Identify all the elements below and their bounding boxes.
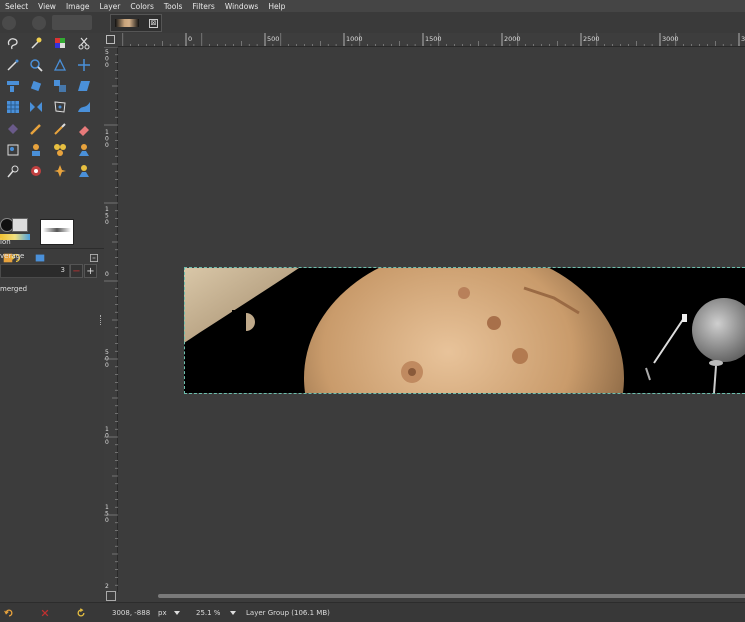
- heal-icon[interactable]: [52, 142, 68, 158]
- image-canvas[interactable]: [184, 268, 745, 393]
- paintbrush-icon[interactable]: [52, 121, 68, 137]
- menu-bar: Select View Image Layer Colors Tools Fil…: [0, 0, 745, 12]
- space-image: [184, 268, 745, 393]
- ruler-label: 2500: [583, 35, 600, 43]
- perspective-clone-icon[interactable]: [76, 142, 92, 158]
- status-bar: 3008, -888 px 25.1 % Layer Group (106.1 …: [0, 602, 745, 622]
- navigate-icon[interactable]: [106, 591, 116, 601]
- status-message: Layer Group (106.1 MB): [246, 609, 330, 617]
- toolbox: ion verage 3 − + merged: [0, 33, 104, 601]
- menu-windows[interactable]: Windows: [220, 2, 263, 11]
- dock-button[interactable]: [32, 16, 46, 30]
- menu-view[interactable]: View: [33, 2, 61, 11]
- flip-icon[interactable]: [28, 99, 44, 115]
- pencil-icon[interactable]: [28, 121, 44, 137]
- menu-colors[interactable]: Colors: [125, 2, 159, 11]
- vertical-ruler: 500 100 150 0 500 100 150 2: [104, 46, 118, 592]
- ruler-label: 0: [105, 271, 109, 278]
- menu-help[interactable]: Help: [263, 2, 290, 11]
- option-label-sample-merged: merged: [0, 285, 28, 293]
- unit-select[interactable]: px: [158, 609, 167, 617]
- option-label-interpolation: ion: [0, 238, 11, 246]
- radius-value: 3: [60, 266, 65, 274]
- zoom-icon[interactable]: [28, 57, 44, 73]
- free-select-icon[interactable]: [5, 35, 21, 51]
- text-icon[interactable]: [76, 163, 92, 179]
- undo-icon[interactable]: [4, 608, 14, 618]
- ruler-label: 150: [105, 206, 109, 226]
- ruler-label: 500: [105, 49, 109, 69]
- ruler-label: 500: [105, 349, 109, 369]
- background-color-swatch[interactable]: [12, 218, 28, 232]
- dock-button[interactable]: [2, 16, 16, 30]
- ruler-label: 500: [267, 35, 279, 43]
- ruler-label: 2000: [504, 35, 521, 43]
- ruler-label: 1000: [346, 35, 363, 43]
- airbrush-icon[interactable]: [5, 142, 21, 158]
- scale-icon[interactable]: [52, 78, 68, 94]
- menu-layer[interactable]: Layer: [94, 2, 125, 11]
- chevron-down-icon[interactable]: [230, 611, 236, 615]
- rotate-icon[interactable]: [28, 78, 44, 94]
- warp-transform-icon[interactable]: [76, 99, 92, 115]
- cage-transform-icon[interactable]: [52, 99, 68, 115]
- separator: [0, 248, 104, 249]
- menu-select[interactable]: Select: [0, 2, 33, 11]
- align-icon[interactable]: [5, 78, 21, 94]
- ruler-label: 100: [105, 129, 109, 149]
- scrollbar-thumb[interactable]: [158, 594, 745, 598]
- ruler-label: 3000: [662, 35, 679, 43]
- quick-mask-toggle[interactable]: [106, 35, 115, 44]
- select-by-color-icon[interactable]: [52, 35, 68, 51]
- images-tab-icon[interactable]: [32, 251, 48, 265]
- bucket-fill-icon[interactable]: [5, 121, 21, 137]
- paths-icon[interactable]: [5, 57, 21, 73]
- image-tab-bar: ⊠: [0, 12, 745, 33]
- close-tab-icon[interactable]: ⊠: [149, 18, 158, 28]
- image-thumbnail: [115, 19, 139, 27]
- ruler-label: 150: [105, 504, 109, 524]
- zoom-select[interactable]: 25.1 %: [196, 609, 220, 617]
- option-label-average: verage: [0, 252, 25, 260]
- menu-image[interactable]: Image: [61, 2, 95, 11]
- horizontal-ruler: 0 500 1000 1500 2000 2500 3000 350: [118, 33, 745, 47]
- image-tab[interactable]: ⊠: [110, 14, 162, 32]
- move-icon[interactable]: [76, 57, 92, 73]
- eraser-icon[interactable]: [76, 121, 92, 137]
- pointer-coordinates: 3008, -888: [112, 609, 151, 617]
- dodge-burn-icon[interactable]: [52, 163, 68, 179]
- ruler-label: 2: [105, 583, 109, 590]
- radius-spinbox[interactable]: 3: [0, 264, 70, 278]
- ruler-label: 350: [741, 35, 745, 43]
- smudge-icon[interactable]: [5, 163, 21, 179]
- menu-filters[interactable]: Filters: [187, 2, 219, 11]
- brush-preview[interactable]: [40, 219, 74, 245]
- fuzzy-select-icon[interactable]: [28, 35, 44, 51]
- scissors-select-icon[interactable]: [76, 35, 92, 51]
- increase-button[interactable]: +: [84, 264, 97, 278]
- ruler-label: 0: [188, 35, 192, 43]
- menu-tools[interactable]: Tools: [159, 2, 187, 11]
- reset-icon[interactable]: [76, 608, 86, 618]
- measure-icon[interactable]: [52, 57, 68, 73]
- decrease-button[interactable]: −: [70, 264, 83, 278]
- panel-resize-handle[interactable]: [100, 315, 103, 325]
- chevron-down-icon[interactable]: [174, 611, 180, 615]
- delete-icon[interactable]: [40, 608, 50, 618]
- clone-icon[interactable]: [28, 142, 44, 158]
- shear-icon[interactable]: [76, 78, 92, 94]
- dock-bar: [52, 15, 92, 30]
- panel-menu-icon[interactable]: [86, 251, 102, 265]
- unified-transform-icon[interactable]: [5, 99, 21, 115]
- horizontal-scrollbar[interactable]: [118, 592, 745, 600]
- ruler-label: 1500: [425, 35, 442, 43]
- ruler-label: 100: [105, 426, 109, 446]
- blur-icon[interactable]: [28, 163, 44, 179]
